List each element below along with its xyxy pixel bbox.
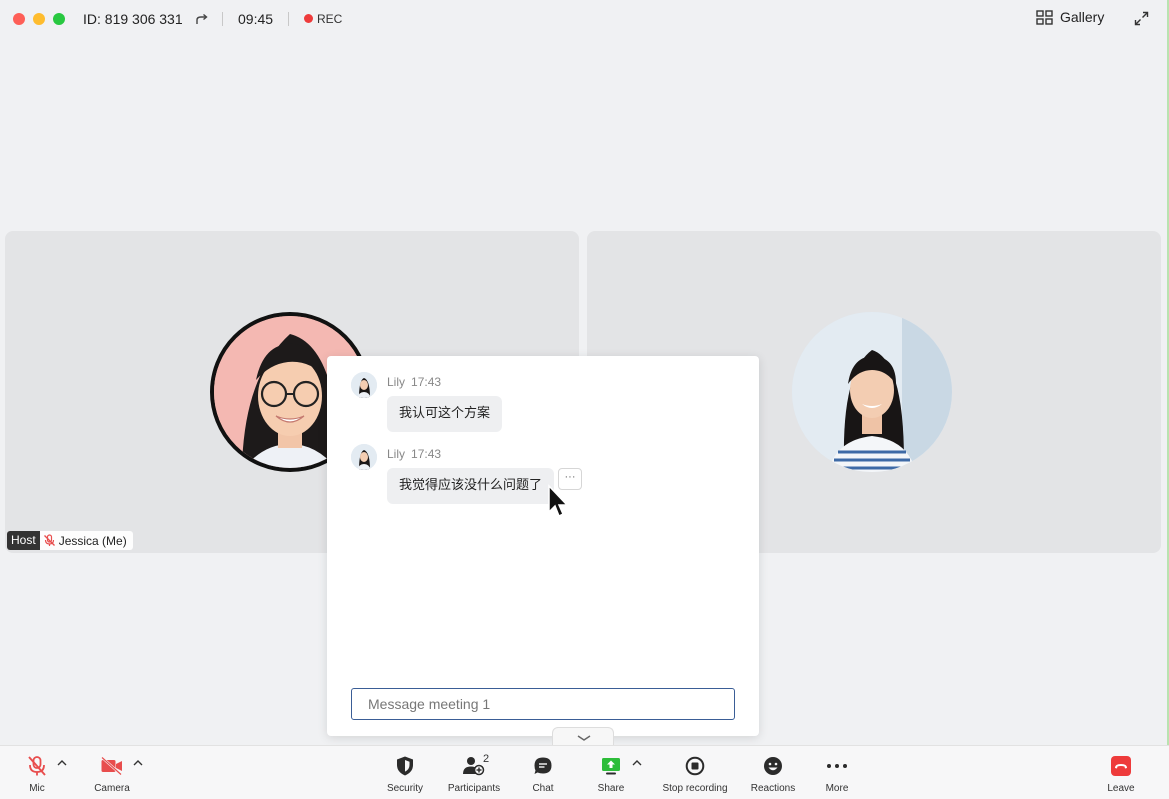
leave-button[interactable]: Leave — [1104, 746, 1138, 799]
share-arrow-icon[interactable] — [195, 12, 209, 26]
sender-avatar — [351, 444, 377, 470]
divider — [288, 12, 289, 26]
share-label: Share — [597, 783, 625, 794]
reactions-button[interactable]: Reactions — [748, 746, 798, 799]
fullscreen-icon[interactable] — [1134, 11, 1149, 26]
stop-recording-label: Stop recording — [662, 783, 728, 794]
divider — [222, 12, 223, 26]
camera-options-caret-icon[interactable] — [132, 758, 144, 768]
chat-button[interactable]: Chat — [528, 746, 558, 799]
camera-button[interactable]: Camera — [92, 746, 132, 799]
stop-recording-button[interactable]: Stop recording — [658, 746, 732, 799]
participant-name-tag: Host Jessica (Me) — [7, 531, 133, 550]
message-time: 17:43 — [411, 447, 442, 461]
close-window-button[interactable] — [13, 13, 25, 25]
meeting-id: ID: 819 306 331 — [83, 11, 183, 27]
mic-button[interactable]: Mic — [22, 746, 52, 799]
share-options-caret-icon[interactable] — [631, 758, 643, 768]
leave-label: Leave — [1107, 783, 1135, 794]
more-dots-icon — [827, 764, 847, 768]
participants-count: 2 — [483, 753, 490, 765]
shield-icon — [397, 756, 413, 776]
chat-bubble-icon — [534, 757, 552, 774]
zoom-window-button[interactable] — [53, 13, 65, 25]
message-bubble[interactable]: 我觉得应该没什么问题了 — [387, 468, 555, 504]
collapse-chat-button[interactable] — [552, 727, 614, 747]
message-bubble[interactable]: 我认可这个方案 — [387, 396, 503, 432]
chat-panel: Lily 17:43 我认可这个方案 Lily 17:43 我觉得应该没什么问题了 … — [327, 356, 759, 736]
gallery-label: Gallery — [1060, 9, 1105, 25]
mic-label: Mic — [29, 783, 45, 794]
minimize-window-button[interactable] — [33, 13, 45, 25]
message-time: 17:43 — [411, 375, 442, 389]
gallery-view-button[interactable]: Gallery — [1036, 9, 1104, 25]
meeting-toolbar: Mic Camera Security Participants 2 Chat … — [0, 745, 1169, 799]
share-screen-icon — [602, 758, 620, 775]
stop-record-icon — [685, 756, 705, 776]
share-button[interactable]: Share — [596, 746, 626, 799]
mic-muted-icon — [28, 756, 46, 776]
camera-off-icon — [101, 756, 122, 776]
self-name: Jessica (Me) — [58, 533, 127, 548]
chat-message-input[interactable] — [351, 688, 735, 720]
participants-label: Participants — [447, 783, 501, 794]
camera-label: Camera — [94, 783, 130, 794]
self-name-label: Jessica (Me) — [40, 531, 133, 550]
top-bar: ID: 819 306 331 09:45 REC Gallery — [0, 0, 1169, 38]
hang-up-icon — [1111, 756, 1131, 776]
lily-avatar — [792, 312, 952, 472]
participants-button[interactable]: Participants — [444, 746, 504, 799]
security-label: Security — [386, 783, 424, 794]
gallery-grid-icon — [1036, 9, 1053, 25]
recording-label: REC — [317, 12, 343, 26]
mouse-pointer-icon — [548, 484, 569, 518]
smiley-icon — [764, 757, 782, 775]
mic-options-caret-icon[interactable] — [56, 758, 68, 768]
security-button[interactable]: Security — [384, 746, 426, 799]
reactions-label: Reactions — [750, 783, 796, 794]
meeting-timer: 09:45 — [238, 11, 274, 27]
chat-label: Chat — [532, 783, 554, 794]
sender-avatar — [351, 372, 377, 398]
sender-name: Lily — [387, 447, 406, 461]
sender-name: Lily — [387, 375, 406, 389]
more-button[interactable]: More — [822, 746, 852, 799]
more-label: More — [825, 783, 849, 794]
host-badge: Host — [7, 531, 40, 550]
mic-muted-icon — [43, 534, 55, 546]
recording-dot-icon — [304, 14, 313, 23]
